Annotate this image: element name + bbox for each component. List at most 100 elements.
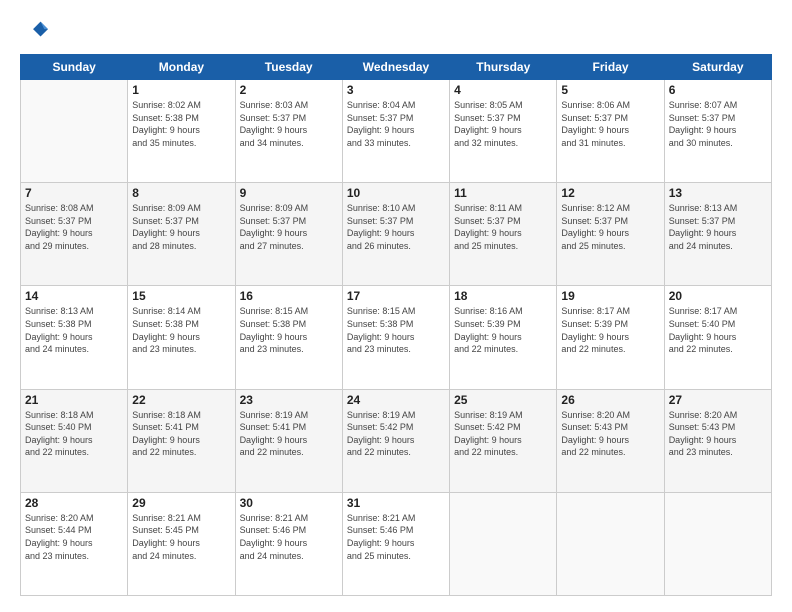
day-number: 10 <box>347 186 445 200</box>
day-number: 9 <box>240 186 338 200</box>
calendar-cell: 6 Sunrise: 8:07 AM Sunset: 5:37 PM Daylig… <box>664 80 771 183</box>
day-number: 20 <box>669 289 767 303</box>
day-number: 5 <box>561 83 659 97</box>
page: SundayMondayTuesdayWednesdayThursdayFrid… <box>0 0 792 612</box>
day-number: 4 <box>454 83 552 97</box>
calendar-cell: 17Sunrise: 8:15 AM Sunset: 5:38 PM Dayli… <box>342 286 449 389</box>
calendar-cell: 10 Sunrise: 8:10 AM Sunset: 5:37 PM Dayli… <box>342 183 449 286</box>
day-number: 8 <box>132 186 230 200</box>
day-info: Sunrise: 8:21 AM Sunset: 5:46 PM Dayligh… <box>347 512 445 562</box>
day-info: Sunrise: 8:05 AM Sunset: 5:37 PM Dayligh… <box>454 99 552 149</box>
weekday-header-saturday: Saturday <box>664 55 771 80</box>
calendar-cell <box>664 492 771 595</box>
calendar-cell: 11 Sunrise: 8:11 AM Sunset: 5:37 PM Dayli… <box>450 183 557 286</box>
calendar-week-row: 21 Sunrise: 8:18 AM Sunset: 5:40 PM Dayli… <box>21 389 772 492</box>
day-number: 28 <box>25 496 123 510</box>
day-info: Sunrise: 8:16 AM Sunset: 5:39 PM Dayligh… <box>454 305 552 355</box>
calendar-cell: 29Sunrise: 8:21 AM Sunset: 5:45 PM Dayli… <box>128 492 235 595</box>
day-number: 12 <box>561 186 659 200</box>
day-info: Sunrise: 8:20 AM Sunset: 5:43 PM Dayligh… <box>561 409 659 459</box>
day-info: Sunrise: 8:03 AM Sunset: 5:37 PM Dayligh… <box>240 99 338 149</box>
weekday-header-friday: Friday <box>557 55 664 80</box>
day-number: 11 <box>454 186 552 200</box>
weekday-header-thursday: Thursday <box>450 55 557 80</box>
calendar-cell: 13 Sunrise: 8:13 AM Sunset: 5:37 PM Dayli… <box>664 183 771 286</box>
day-number: 23 <box>240 393 338 407</box>
calendar-cell: 7 Sunrise: 8:08 AM Sunset: 5:37 PM Daylig… <box>21 183 128 286</box>
day-number: 29 <box>132 496 230 510</box>
calendar-cell <box>450 492 557 595</box>
day-info: Sunrise: 8:21 AM Sunset: 5:46 PM Dayligh… <box>240 512 338 562</box>
day-number: 24 <box>347 393 445 407</box>
calendar-cell: 27 Sunrise: 8:20 AM Sunset: 5:43 PM Dayli… <box>664 389 771 492</box>
day-number: 22 <box>132 393 230 407</box>
calendar-cell: 31 Sunrise: 8:21 AM Sunset: 5:46 PM Dayli… <box>342 492 449 595</box>
day-info: Sunrise: 8:15 AM Sunset: 5:38 PM Dayligh… <box>347 305 445 355</box>
day-info: Sunrise: 8:17 AM Sunset: 5:39 PM Dayligh… <box>561 305 659 355</box>
calendar-week-row: 28 Sunrise: 8:20 AM Sunset: 5:44 PM Dayli… <box>21 492 772 595</box>
day-info: Sunrise: 8:19 AM Sunset: 5:42 PM Dayligh… <box>454 409 552 459</box>
day-number: 25 <box>454 393 552 407</box>
day-info: Sunrise: 8:18 AM Sunset: 5:40 PM Dayligh… <box>25 409 123 459</box>
weekday-header-tuesday: Tuesday <box>235 55 342 80</box>
day-number: 18 <box>454 289 552 303</box>
weekday-header-monday: Monday <box>128 55 235 80</box>
calendar-cell: 5 Sunrise: 8:06 AM Sunset: 5:37 PM Daylig… <box>557 80 664 183</box>
day-number: 14 <box>25 289 123 303</box>
day-info: Sunrise: 8:19 AM Sunset: 5:42 PM Dayligh… <box>347 409 445 459</box>
calendar-cell: 28 Sunrise: 8:20 AM Sunset: 5:44 PM Dayli… <box>21 492 128 595</box>
day-info: Sunrise: 8:11 AM Sunset: 5:37 PM Dayligh… <box>454 202 552 252</box>
day-number: 6 <box>669 83 767 97</box>
calendar-cell: 9 Sunrise: 8:09 AM Sunset: 5:37 PM Daylig… <box>235 183 342 286</box>
day-number: 19 <box>561 289 659 303</box>
calendar-table: SundayMondayTuesdayWednesdayThursdayFrid… <box>20 54 772 596</box>
day-number: 15 <box>132 289 230 303</box>
logo <box>20 16 52 44</box>
day-info: Sunrise: 8:08 AM Sunset: 5:37 PM Dayligh… <box>25 202 123 252</box>
calendar-cell: 19 Sunrise: 8:17 AM Sunset: 5:39 PM Dayli… <box>557 286 664 389</box>
day-info: Sunrise: 8:13 AM Sunset: 5:38 PM Dayligh… <box>25 305 123 355</box>
calendar-cell: 16 Sunrise: 8:15 AM Sunset: 5:38 PM Dayli… <box>235 286 342 389</box>
day-info: Sunrise: 8:20 AM Sunset: 5:44 PM Dayligh… <box>25 512 123 562</box>
day-info: Sunrise: 8:13 AM Sunset: 5:37 PM Dayligh… <box>669 202 767 252</box>
calendar-cell: 8 Sunrise: 8:09 AM Sunset: 5:37 PM Daylig… <box>128 183 235 286</box>
header <box>20 16 772 44</box>
calendar-week-row: 7 Sunrise: 8:08 AM Sunset: 5:37 PM Daylig… <box>21 183 772 286</box>
day-number: 21 <box>25 393 123 407</box>
day-info: Sunrise: 8:09 AM Sunset: 5:37 PM Dayligh… <box>132 202 230 252</box>
day-info: Sunrise: 8:10 AM Sunset: 5:37 PM Dayligh… <box>347 202 445 252</box>
calendar-cell <box>557 492 664 595</box>
calendar-cell: 2 Sunrise: 8:03 AM Sunset: 5:37 PM Daylig… <box>235 80 342 183</box>
calendar-cell: 21 Sunrise: 8:18 AM Sunset: 5:40 PM Dayli… <box>21 389 128 492</box>
calendar-cell: 20Sunrise: 8:17 AM Sunset: 5:40 PM Dayli… <box>664 286 771 389</box>
day-number: 2 <box>240 83 338 97</box>
day-number: 7 <box>25 186 123 200</box>
calendar-week-row: 1Sunrise: 8:02 AM Sunset: 5:38 PM Daylig… <box>21 80 772 183</box>
calendar-cell: 18 Sunrise: 8:16 AM Sunset: 5:39 PM Dayli… <box>450 286 557 389</box>
day-number: 13 <box>669 186 767 200</box>
day-info: Sunrise: 8:15 AM Sunset: 5:38 PM Dayligh… <box>240 305 338 355</box>
day-info: Sunrise: 8:18 AM Sunset: 5:41 PM Dayligh… <box>132 409 230 459</box>
calendar-cell: 3Sunrise: 8:04 AM Sunset: 5:37 PM Daylig… <box>342 80 449 183</box>
day-number: 31 <box>347 496 445 510</box>
day-info: Sunrise: 8:07 AM Sunset: 5:37 PM Dayligh… <box>669 99 767 149</box>
calendar-cell: 14 Sunrise: 8:13 AM Sunset: 5:38 PM Dayli… <box>21 286 128 389</box>
day-info: Sunrise: 8:06 AM Sunset: 5:37 PM Dayligh… <box>561 99 659 149</box>
logo-icon <box>20 16 48 44</box>
day-number: 26 <box>561 393 659 407</box>
calendar-cell: 22 Sunrise: 8:18 AM Sunset: 5:41 PM Dayli… <box>128 389 235 492</box>
day-info: Sunrise: 8:12 AM Sunset: 5:37 PM Dayligh… <box>561 202 659 252</box>
day-info: Sunrise: 8:02 AM Sunset: 5:38 PM Dayligh… <box>132 99 230 149</box>
weekday-header-sunday: Sunday <box>21 55 128 80</box>
weekday-header-row: SundayMondayTuesdayWednesdayThursdayFrid… <box>21 55 772 80</box>
calendar-cell <box>21 80 128 183</box>
calendar-cell: 30Sunrise: 8:21 AM Sunset: 5:46 PM Dayli… <box>235 492 342 595</box>
calendar-cell: 1Sunrise: 8:02 AM Sunset: 5:38 PM Daylig… <box>128 80 235 183</box>
day-number: 27 <box>669 393 767 407</box>
calendar-cell: 4 Sunrise: 8:05 AM Sunset: 5:37 PM Daylig… <box>450 80 557 183</box>
day-info: Sunrise: 8:20 AM Sunset: 5:43 PM Dayligh… <box>669 409 767 459</box>
day-info: Sunrise: 8:09 AM Sunset: 5:37 PM Dayligh… <box>240 202 338 252</box>
day-info: Sunrise: 8:14 AM Sunset: 5:38 PM Dayligh… <box>132 305 230 355</box>
day-number: 16 <box>240 289 338 303</box>
calendar-cell: 24 Sunrise: 8:19 AM Sunset: 5:42 PM Dayli… <box>342 389 449 492</box>
